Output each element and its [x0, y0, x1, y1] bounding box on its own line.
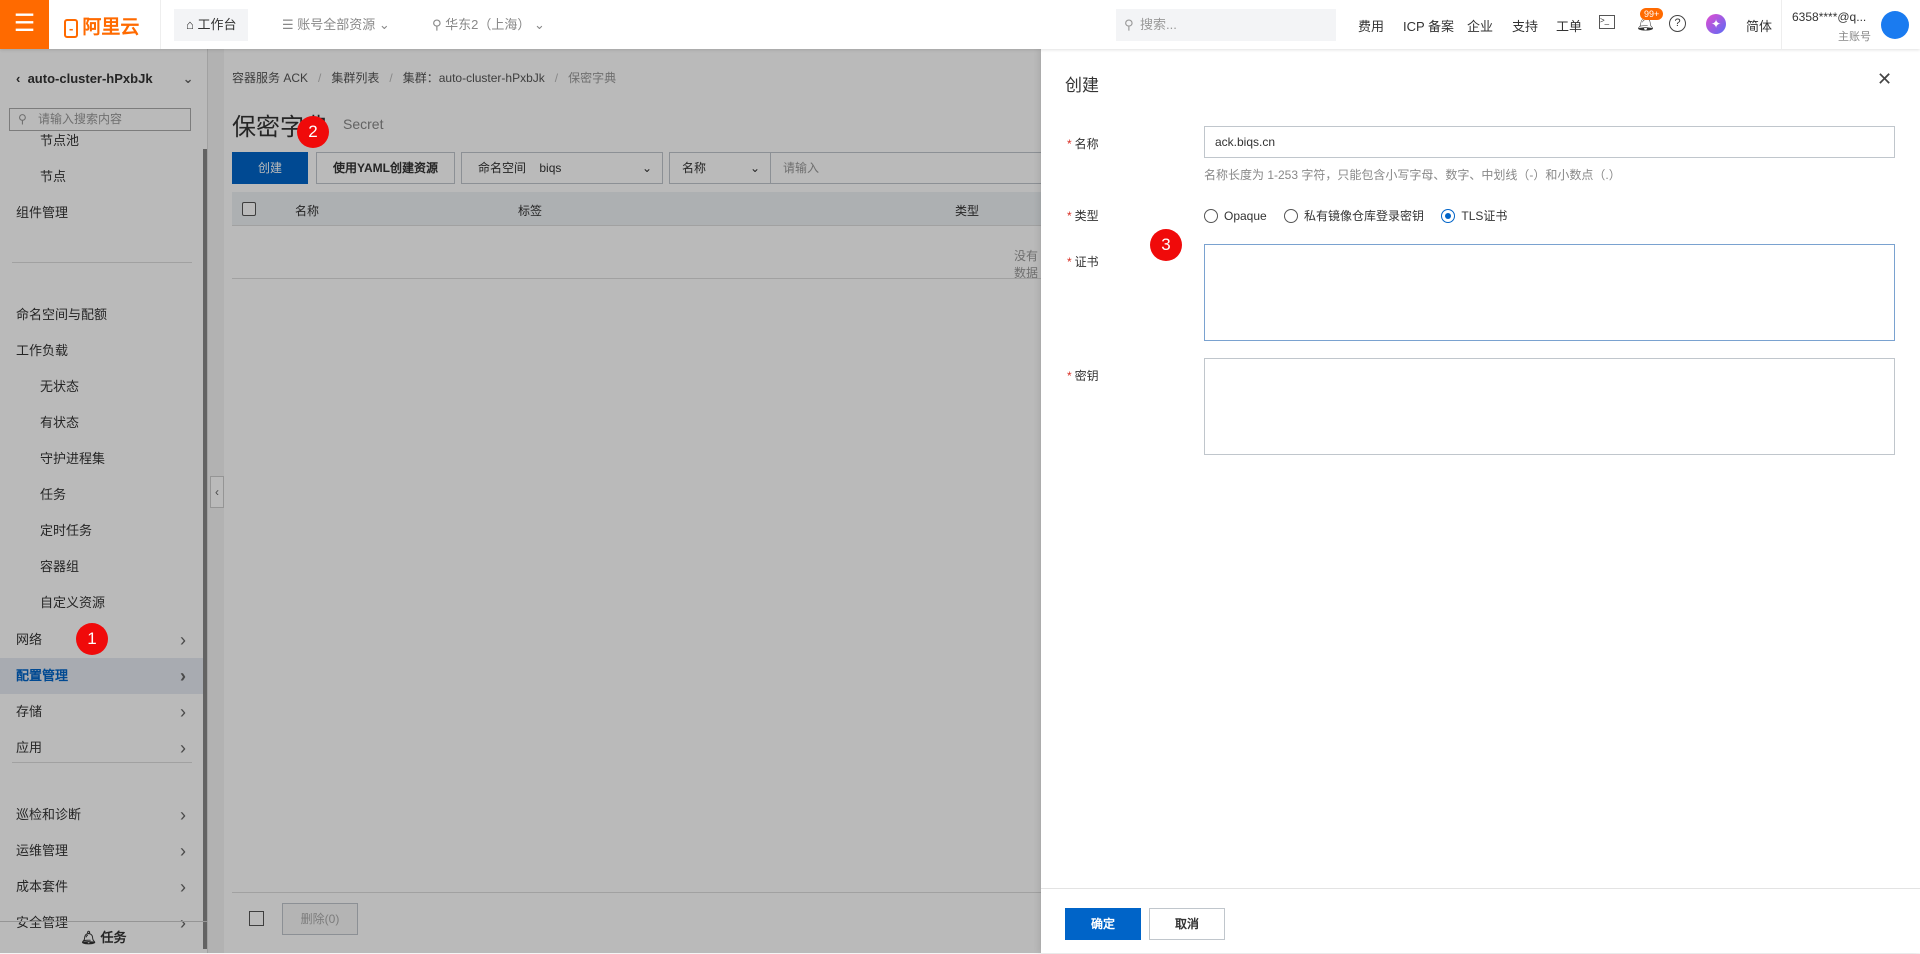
search-input[interactable]: ⚲ 搜索...: [1116, 9, 1336, 41]
radio-tls[interactable]: TLS证书: [1441, 209, 1507, 223]
logo-text: 阿里云: [82, 17, 140, 38]
cert-textarea[interactable]: [1204, 244, 1895, 341]
key-label: * 密钥: [1067, 369, 1099, 383]
key-label-text: 密钥: [1074, 369, 1099, 383]
radio-label: TLS证书: [1461, 209, 1508, 223]
radio-registry-secret[interactable]: 私有镜像仓库登录密钥: [1284, 209, 1424, 223]
resource-selector[interactable]: ☰ 账号全部资源 ⌄: [270, 9, 402, 41]
name-hint: 名称长度为 1-253 字符，只能包含小写字母、数字、中划线（-）和小数点（.）: [1204, 168, 1621, 182]
resource-label: 账号全部资源: [297, 17, 376, 32]
radio-icon: [1284, 209, 1299, 223]
close-icon[interactable]: ✕: [1877, 69, 1892, 90]
top-header: ☰ - 阿里云 ⌂ 工作台 ☰ 账号全部资源 ⌄ ⚲ 华东2（上海） ⌄ ⚲ 搜索.…: [0, 0, 1920, 49]
aliyun-logo[interactable]: - 阿里云: [64, 12, 139, 39]
modal-mask[interactable]: [0, 49, 1041, 953]
radio-opaque[interactable]: Opaque: [1204, 209, 1267, 223]
key-textarea[interactable]: [1204, 358, 1895, 455]
annotation-badge-1: 1: [76, 623, 108, 655]
terminal-icon[interactable]: >_: [1599, 15, 1615, 29]
workbench-button[interactable]: ⌂ 工作台: [174, 9, 249, 41]
region-label: 华东2（上海）: [445, 17, 531, 32]
type-radio-group: Opaque 私有镜像仓库登录密钥 TLS证书: [1204, 207, 1507, 224]
annotation-badge-2: 2: [297, 116, 329, 148]
search-placeholder: 搜索...: [1140, 17, 1177, 32]
radio-checked-icon: [1441, 209, 1456, 223]
help-icon[interactable]: ?: [1669, 15, 1686, 32]
account-name[interactable]: 6358****@q...: [1792, 10, 1866, 24]
link-icp[interactable]: ICP 备案: [1403, 16, 1454, 35]
cancel-button[interactable]: 取消: [1149, 908, 1225, 940]
name-input[interactable]: ack.biqs.cn: [1204, 126, 1895, 158]
type-label-text: 类型: [1074, 209, 1099, 223]
resource-icon: ☰: [282, 17, 298, 32]
link-ticket[interactable]: 工单: [1556, 16, 1582, 35]
cert-label: * 证书: [1067, 255, 1099, 269]
notification-badge: 99+: [1640, 8, 1664, 20]
radio-label: 私有镜像仓库登录密钥: [1304, 209, 1425, 223]
account-type: 主账号: [1838, 31, 1871, 43]
link-billing[interactable]: 费用: [1358, 16, 1384, 35]
link-enterprise[interactable]: 企业: [1467, 16, 1493, 35]
radio-icon: [1204, 209, 1218, 223]
home-icon: ⌂: [186, 17, 198, 32]
menu-icon[interactable]: ☰: [0, 0, 49, 49]
name-label: * 名称: [1067, 137, 1099, 151]
drawer-title: 创建: [1065, 76, 1099, 95]
radio-label: Opaque: [1224, 209, 1267, 223]
avatar[interactable]: [1881, 11, 1909, 39]
region-selector[interactable]: ⚲ 华东2（上海） ⌄: [420, 9, 557, 41]
type-label: * 类型: [1067, 209, 1099, 223]
language-switch[interactable]: 简体: [1746, 16, 1772, 35]
workbench-label: 工作台: [197, 17, 237, 32]
ai-assistant-icon[interactable]: ✦: [1706, 14, 1726, 34]
search-icon: ⚲: [1124, 17, 1134, 32]
location-icon: ⚲: [432, 17, 446, 32]
create-drawer: 创建 ✕ * 名称 ack.biqs.cn 名称长度为 1-253 字符，只能包含…: [1041, 49, 1920, 953]
name-label-text: 名称: [1074, 137, 1099, 151]
cert-label-text: 证书: [1074, 255, 1099, 269]
confirm-button[interactable]: 确定: [1065, 908, 1141, 940]
link-support[interactable]: 支持: [1512, 16, 1538, 35]
chevron-down-icon: ⌄: [378, 17, 390, 32]
chevron-down-icon: ⌄: [534, 17, 545, 32]
annotation-badge-3: 3: [1150, 229, 1182, 261]
